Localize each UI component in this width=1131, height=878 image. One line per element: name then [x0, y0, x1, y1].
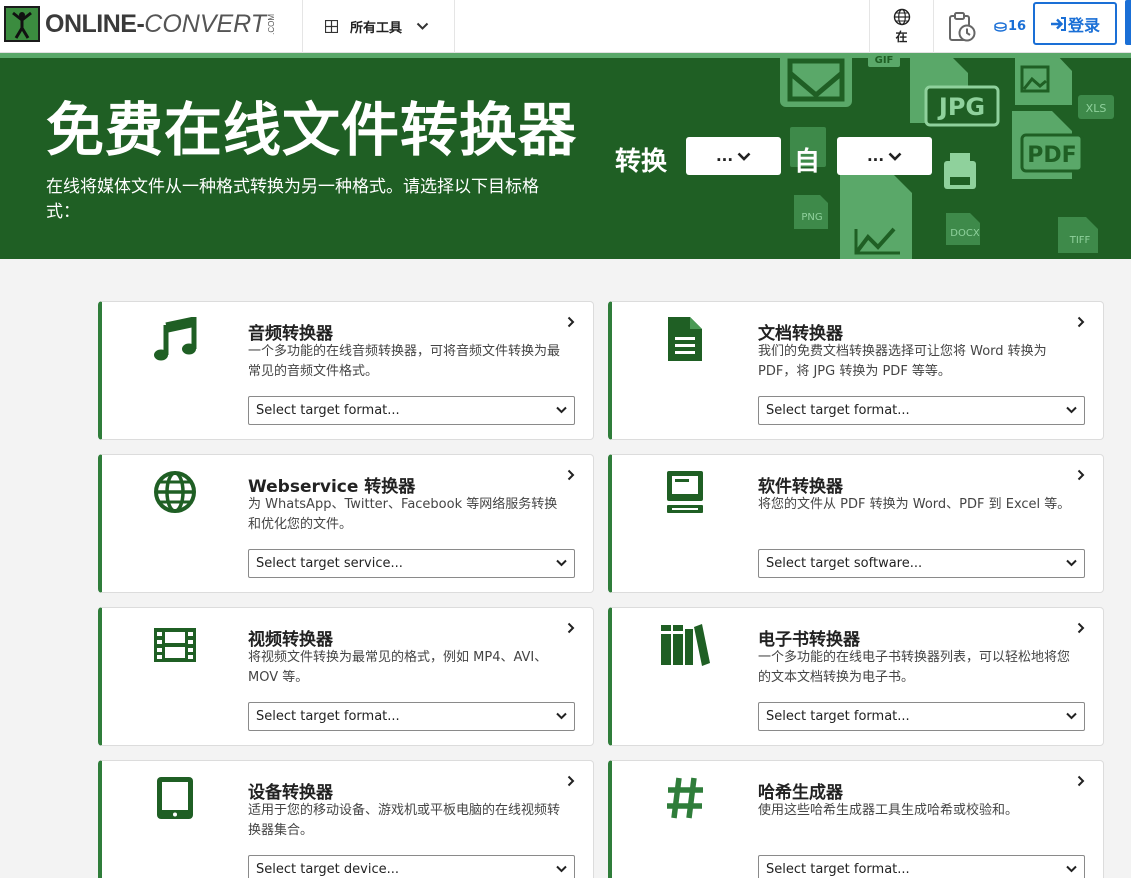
device-target-select[interactable]: Select target device... [248, 855, 575, 878]
chevron-right-icon[interactable] [1077, 622, 1085, 634]
chevron-right-icon[interactable] [1077, 775, 1085, 787]
art-label-png: PNG [801, 212, 822, 223]
art-label-gif: GIF [875, 55, 894, 66]
card-title: 设备转换器 [248, 783, 333, 803]
art-label-pdf: PDF [1027, 143, 1076, 168]
sign-in-arrow-icon [1050, 16, 1066, 31]
ebook-target-format-select[interactable]: Select target format... [758, 702, 1085, 731]
card-title: 哈希生成器 [758, 783, 843, 803]
books-icon [660, 620, 710, 670]
document-target-format-select[interactable]: Select target format... [758, 396, 1085, 425]
hero-subtitle: 在线将媒体文件从一种格式转换为另一种格式。请选择以下目标格式： [46, 177, 539, 222]
hero-title: 免费在线文件转换器 [46, 96, 578, 164]
art-label-xls: XLS [1086, 102, 1107, 115]
art-label-tiff: TIFF [1069, 235, 1091, 246]
convert-to-select[interactable]: ... [837, 137, 932, 175]
chevron-right-icon[interactable] [1077, 316, 1085, 328]
card-description: 将视频文件转换为最常见的格式，例如 MP4、AVI、MOV 等。 [248, 650, 548, 685]
chevron-right-icon[interactable] [567, 316, 575, 328]
audio-target-format-select[interactable]: Select target format... [248, 396, 575, 425]
card-description: 将您的文件从 PDF 转换为 Word、PDF 到 Excel 等。 [758, 497, 1071, 512]
card-ebook-converter[interactable]: 电子书转换器 一个多功能的在线电子书转换器列表，可以轻松地将您的文本文档转换为电… [608, 607, 1104, 746]
card-description: 一个多功能的在线音频转换器，可将音频文件转换为最常见的音频文件格式。 [248, 344, 561, 379]
webservice-target-select[interactable]: Select target service... [248, 549, 575, 578]
chevron-right-icon[interactable] [567, 775, 575, 787]
tablet-icon [150, 773, 200, 823]
all-tools-button[interactable]: 所有工具 [302, 0, 455, 53]
logo-text-online: ONLINE- [45, 9, 145, 38]
logo-com: .COM [267, 13, 277, 35]
card-description: 为 WhatsApp、Twitter、Facebook 等网络服务转换和优化您的… [248, 497, 558, 532]
to-label: 自 [794, 147, 821, 177]
card-description: 适用于您的移动设备、游戏机或平板电脑的在线视频转换器集合。 [248, 803, 561, 838]
computer-icon [660, 467, 710, 517]
card-video-converter[interactable]: 视频转换器 将视频文件转换为最常见的格式，例如 MP4、AVI、MOV 等。 S… [98, 607, 594, 746]
card-description: 一个多功能的在线电子书转换器列表，可以轻松地将您的文本文档转换为电子书。 [758, 650, 1071, 685]
music-note-icon [150, 314, 200, 364]
chevron-down-icon [416, 22, 429, 30]
chevron-right-icon[interactable] [567, 622, 575, 634]
card-device-converter[interactable]: 设备转换器 适用于您的移动设备、游戏机或平板电脑的在线视频转换器集合。 Sele… [98, 760, 594, 878]
logo-figure-icon [4, 6, 40, 42]
card-webservice-converter[interactable]: Webservice 转换器 为 WhatsApp、Twitter、Facebo… [98, 454, 594, 593]
card-title: 软件转换器 [758, 477, 843, 497]
document-icon [660, 314, 710, 364]
card-title: Webservice 转换器 [248, 477, 416, 497]
credits-count: 16 [1007, 19, 1027, 34]
hero-banner: 免费在线文件转换器 在线将媒体文件从一种格式转换为另一种格式。请选择以下目标格式… [0, 53, 1131, 259]
language-label: 在 [895, 30, 908, 44]
art-label-jpg: JPG [937, 93, 985, 121]
card-title: 音频转换器 [248, 324, 333, 344]
login-button[interactable]: 登录 [1033, 2, 1117, 45]
card-description: 使用这些哈希生成器工具生成哈希或校验和。 [758, 803, 1019, 818]
card-software-converter[interactable]: 软件转换器 将您的文件从 PDF 转换为 Word、PDF 到 Excel 等。… [608, 454, 1104, 593]
all-tools-label: 所有工具 [350, 21, 403, 36]
chevron-down-icon [888, 152, 902, 161]
art-label-docx: DOCX [950, 228, 980, 239]
convert-label: 转换 [615, 147, 668, 177]
film-icon [150, 620, 200, 670]
logo-wordmark: ONLINE- CONVERT [45, 10, 266, 39]
credits-counter[interactable]: 16 [989, 0, 1031, 53]
card-title: 视频转换器 [248, 630, 333, 650]
chevron-right-icon[interactable] [567, 469, 575, 481]
card-document-converter[interactable]: 文档转换器 我们的免费文档转换器选择可让您将 Word 转换为 PDF，将 JP… [608, 301, 1104, 440]
card-title: 文档转换器 [758, 324, 843, 344]
top-navigation-bar: ONLINE- CONVERT .COM 所有工具 在 16 登录 [0, 0, 1131, 53]
convert-to-value: ... [866, 147, 885, 165]
convert-from-select[interactable]: ... [686, 137, 781, 175]
card-audio-converter[interactable]: 音频转换器 一个多功能的在线音频转换器，可将音频文件转换为最常见的音频文件格式。… [98, 301, 594, 440]
video-target-format-select[interactable]: Select target format... [248, 702, 575, 731]
card-description: 我们的免费文档转换器选择可让您将 Word 转换为 PDF，将 JPG 转换为 … [758, 344, 1047, 379]
chevron-down-icon [737, 152, 751, 161]
convert-from-value: ... [715, 147, 734, 165]
logo-text-convert: CONVERT [144, 9, 267, 38]
side-panel-edge[interactable] [1125, 0, 1131, 45]
chevron-right-icon[interactable] [1077, 469, 1085, 481]
history-button[interactable] [933, 0, 989, 53]
login-label: 登录 [1067, 15, 1100, 35]
card-hash-generator[interactable]: 哈希生成器 使用这些哈希生成器工具生成哈希或校验和。 Select target… [608, 760, 1104, 878]
grid-icon [325, 20, 338, 33]
hash-icon [660, 773, 710, 823]
globe-icon [150, 467, 200, 517]
language-selector[interactable]: 在 [869, 0, 933, 53]
software-target-select[interactable]: Select target software... [758, 549, 1085, 578]
site-logo[interactable]: ONLINE- CONVERT .COM [4, 5, 276, 43]
clipboard-clock-icon [948, 11, 975, 41]
hash-target-format-select[interactable]: Select target format... [758, 855, 1085, 878]
coin-icon [994, 21, 1007, 32]
card-title: 电子书转换器 [758, 630, 860, 650]
globe-icon [893, 8, 910, 26]
